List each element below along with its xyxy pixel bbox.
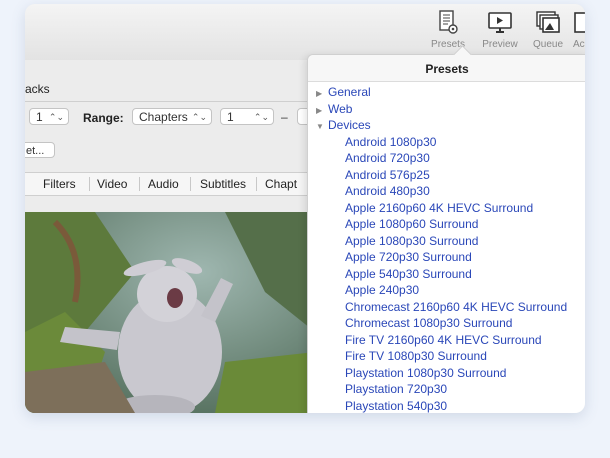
chevron-updown-icon: ⌃⌄ <box>191 112 207 122</box>
tab-bar: Filters Video Audio Subtitles Chapt <box>25 172 325 196</box>
section-divider <box>25 101 315 102</box>
presets-toolbar-button[interactable]: Presets <box>425 10 471 50</box>
preset-item[interactable]: Fire TV 2160p60 4K HEVC Surround <box>308 333 585 350</box>
preset-item[interactable]: Chromecast 2160p60 4K HEVC Surround <box>308 300 585 317</box>
tracks-label: acks <box>25 82 50 96</box>
queue-toolbar-button[interactable]: Queue <box>525 10 571 50</box>
preset-item[interactable]: Playstation 540p30 <box>308 399 585 414</box>
queue-toolbar-label: Queue <box>532 39 564 50</box>
tab-separator <box>89 177 90 191</box>
tab-separator <box>256 177 257 191</box>
preview-toolbar-label: Preview <box>482 39 518 50</box>
preset-item[interactable]: Apple 1080p60 Surround <box>308 217 585 234</box>
preview-toolbar-button[interactable]: Preview <box>477 10 523 50</box>
tab-filters[interactable]: Filters <box>43 173 76 195</box>
reset-button-label: et... <box>26 145 45 157</box>
preset-item[interactable]: Chromecast 1080p30 Surround <box>308 316 585 333</box>
disclosure-triangle-icon[interactable]: ▶ <box>316 89 328 98</box>
preset-item[interactable]: Android 1080p30 <box>308 135 585 152</box>
preview-icon <box>488 12 512 33</box>
toolbar: Presets Preview Queue Ac <box>25 4 585 60</box>
preset-item[interactable]: Apple 540p30 Surround <box>308 267 585 284</box>
preset-group-devices[interactable]: ▼ Devices <box>308 118 585 135</box>
range-start-value: 1 <box>227 110 234 124</box>
tab-subtitles[interactable]: Subtitles <box>200 173 246 195</box>
preset-item[interactable]: Playstation 720p30 <box>308 382 585 399</box>
preset-item[interactable]: Apple 720p30 Surround <box>308 250 585 267</box>
preset-group-general[interactable]: ▶ General <box>308 85 585 102</box>
activity-toolbar-label: Ac <box>573 39 585 50</box>
presets-popover: Presets ▶ General ▶ Web ▼ Devices Android 1… <box>307 45 585 413</box>
popover-title: Presets <box>425 62 469 76</box>
preset-group-web[interactable]: ▶ Web <box>308 102 585 119</box>
preset-item[interactable]: Fire TV 1080p30 Surround <box>308 349 585 366</box>
activity-toolbar-button[interactable]: Ac <box>573 10 585 50</box>
popover-header: Presets <box>308 55 585 82</box>
range-label: Range: <box>83 111 124 125</box>
preset-item[interactable]: Playstation 1080p30 Surround <box>308 366 585 383</box>
queue-icon <box>536 11 560 33</box>
presets-list: ▶ General ▶ Web ▼ Devices Android 1080p30 A… <box>308 85 585 413</box>
preset-item[interactable]: Android 576p25 <box>308 168 585 185</box>
tab-separator <box>139 177 140 191</box>
video-preview-image <box>25 212 315 413</box>
preset-item[interactable]: Android 480p30 <box>308 184 585 201</box>
preset-item[interactable]: Apple 240p30 <box>308 283 585 300</box>
preset-item[interactable]: Apple 1080p30 Surround <box>308 234 585 251</box>
preset-group-label: General <box>328 85 371 99</box>
disclosure-triangle-expanded-icon[interactable]: ▼ <box>316 122 328 131</box>
stepper-arrows-icon[interactable]: ⌃⌄ <box>49 109 64 126</box>
presets-icon <box>439 10 458 34</box>
angle-stepper[interactable]: 1 ⌃⌄ <box>29 108 69 125</box>
app-window: Presets Preview Queue Ac acks 1 ⌃⌄ Range… <box>25 4 585 413</box>
tab-chapters[interactable]: Chapt <box>265 173 297 195</box>
preset-group-label: Web <box>328 101 353 116</box>
range-start-stepper[interactable]: 1 ⌃⌄ <box>220 108 274 125</box>
preset-item[interactable]: Android 720p30 <box>308 151 585 168</box>
tab-audio[interactable]: Audio <box>148 173 179 195</box>
stepper-arrows-icon[interactable]: ⌃⌄ <box>254 109 269 126</box>
disclosure-triangle-icon[interactable]: ▶ <box>316 106 328 115</box>
tab-video[interactable]: Video <box>97 173 127 195</box>
preset-group-label: Devices <box>328 118 371 132</box>
preset-item[interactable]: Apple 2160p60 4K HEVC Surround <box>308 201 585 218</box>
angle-value: 1 <box>36 110 43 124</box>
video-frame-illustration <box>25 212 315 413</box>
activity-icon <box>574 12 585 33</box>
tab-separator <box>190 177 191 191</box>
range-type-select[interactable]: Chapters ⌃⌄ <box>132 108 212 125</box>
range-type-value: Chapters <box>139 110 188 124</box>
reset-button[interactable]: et... <box>25 142 55 158</box>
range-dash: – <box>281 110 288 124</box>
